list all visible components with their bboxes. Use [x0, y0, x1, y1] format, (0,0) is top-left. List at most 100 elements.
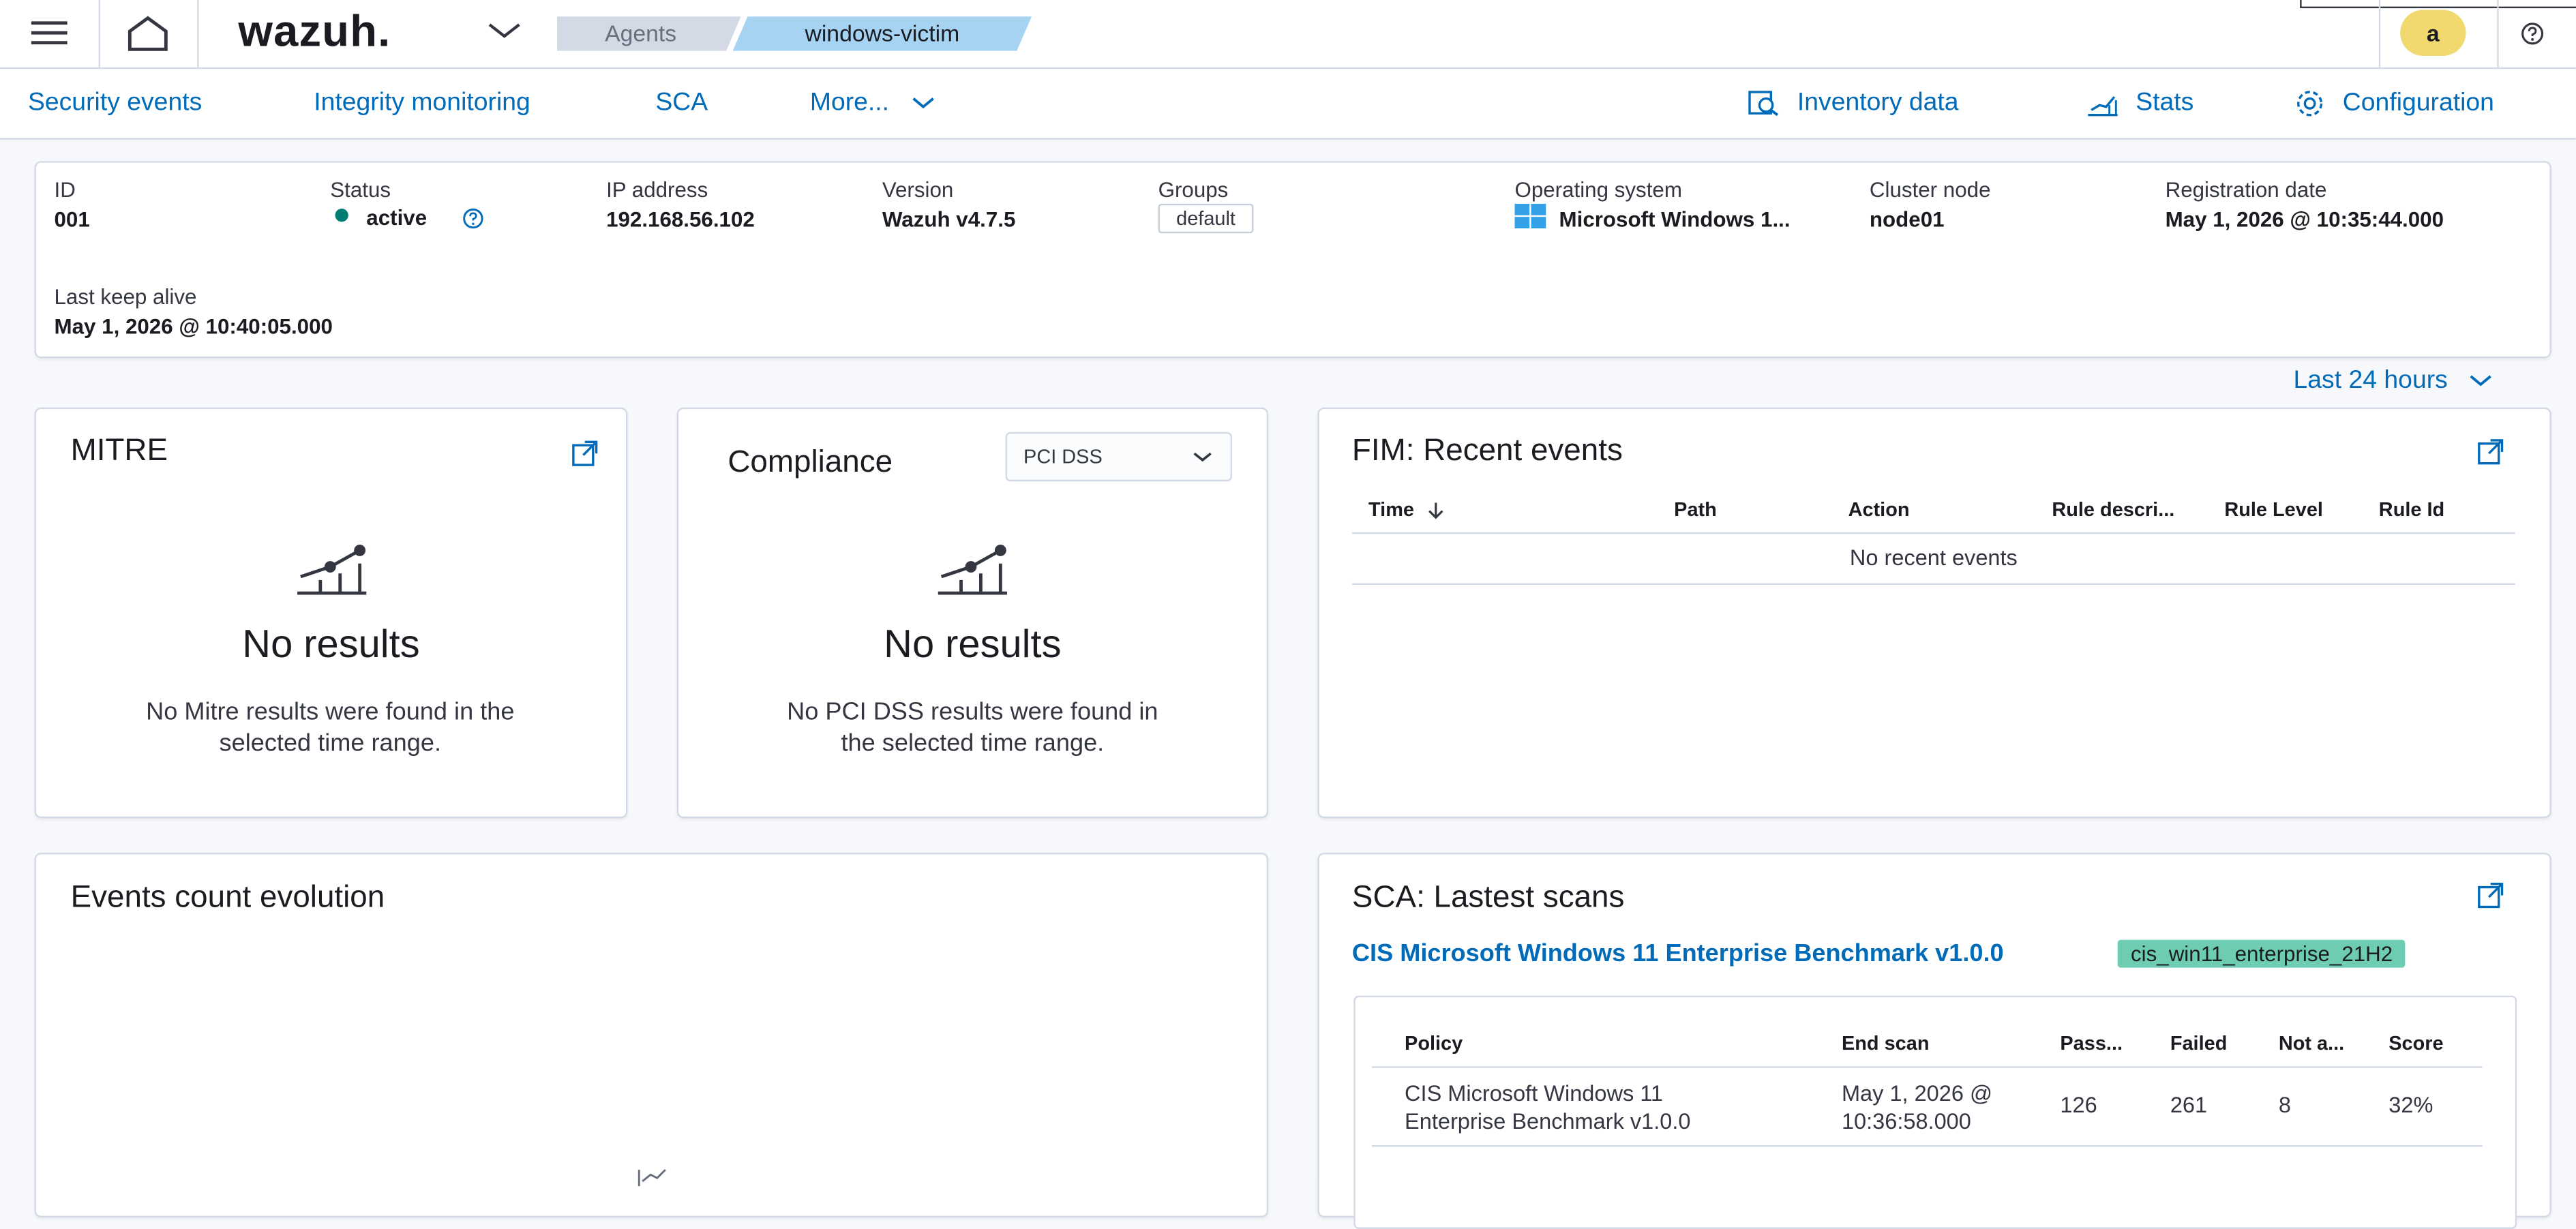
mitre-empty-desc: No Mitre results were found in the selec… — [146, 698, 515, 758]
inventory-data-label: Inventory data — [1797, 89, 1959, 117]
divider — [2497, 0, 2499, 67]
tab-more-label: More... — [809, 89, 890, 117]
fim-col-path[interactable]: Path — [1674, 498, 1717, 521]
chevron-down-icon — [1191, 450, 1214, 465]
sca-panel: SCA: Lastest scans CIS Microsoft Windows… — [1317, 852, 2551, 1229]
compliance-select-value: PCI DSS — [1023, 445, 1103, 468]
fim-col-time[interactable]: Time — [1368, 498, 1446, 521]
inventory-icon — [1748, 90, 1781, 117]
version-value: Wazuh v4.7.5 — [882, 207, 1016, 232]
id-label: ID — [54, 177, 76, 202]
chart-empty-icon — [935, 544, 1010, 596]
sca-table-header: Policy End scan Pass... Failed Not a... … — [1371, 1020, 2483, 1068]
compliance-panel: Compliance PCI DSS No results No PCI DSS… — [676, 407, 1269, 819]
fim-panel: FIM: Recent events Time Path Action Rule… — [1317, 407, 2551, 819]
compliance-title: Compliance — [728, 445, 893, 480]
sort-arrow-down-icon — [1426, 501, 1446, 521]
os-value: Microsoft Windows 1... — [1559, 207, 1791, 232]
sca-col-policy[interactable]: Policy — [1405, 1032, 1463, 1055]
version-label: Version — [882, 177, 954, 202]
help-icon[interactable] — [2520, 21, 2545, 46]
user-avatar[interactable]: a — [2400, 10, 2466, 56]
sca-row-end-scan: May 1, 2026 @10:36:58.000 — [1841, 1080, 1993, 1134]
fim-empty-row: No recent events — [1351, 534, 2515, 586]
chevron-down-icon — [2468, 373, 2495, 389]
breadcrumb-agent-name-label: windows-victim — [805, 19, 960, 46]
fim-title: FIM: Recent events — [1351, 434, 1623, 468]
agent-nav-bar: Security events Integrity monitoring SCA… — [0, 69, 2576, 140]
external-link-icon[interactable] — [571, 440, 598, 467]
tab-integrity-monitoring[interactable]: Integrity monitoring — [314, 89, 530, 118]
configuration-label: Configuration — [2342, 89, 2494, 117]
chevron-down-icon — [910, 95, 936, 111]
agent-info-panel: ID 001 Status active IP address 192.168.… — [34, 161, 2551, 359]
home-icon[interactable] — [125, 13, 170, 52]
divider — [197, 0, 199, 67]
divider — [98, 0, 100, 67]
sca-row-failed: 261 — [2170, 1092, 2208, 1118]
configuration-button[interactable]: Configuration — [2294, 89, 2494, 119]
sca-row-score: 32% — [2388, 1092, 2433, 1118]
fim-col-rule-id[interactable]: Rule Id — [2379, 498, 2444, 521]
sca-col-end-scan[interactable]: End scan — [1842, 1032, 1930, 1055]
tab-sca[interactable]: SCA — [655, 89, 708, 118]
mitre-empty-title: No results — [242, 622, 420, 667]
time-range-picker[interactable]: Last 24 hours — [2294, 366, 2495, 395]
os-label: Operating system — [1514, 177, 1682, 202]
registration-value: May 1, 2026 @ 10:35:44.000 — [2165, 207, 2444, 232]
time-range-label: Last 24 hours — [2293, 366, 2448, 395]
inventory-data-button[interactable]: Inventory data — [1748, 89, 1959, 118]
divider — [2378, 0, 2381, 67]
mitre-title: MITRE — [70, 434, 168, 468]
compliance-empty-desc: No PCI DSS results were found in the sel… — [787, 698, 1158, 758]
sca-row-policy: CIS Microsoft Windows 11 Enterprise Bench… — [1405, 1080, 1691, 1134]
sca-col-not-applicable[interactable]: Not a... — [2279, 1032, 2344, 1055]
breadcrumb-agents[interactable]: Agents — [556, 16, 741, 51]
tab-more[interactable]: More... — [810, 89, 936, 118]
external-link-icon[interactable] — [2477, 882, 2504, 909]
wazuh-logo[interactable]: wazuh. — [238, 7, 391, 58]
sca-row-pass: 126 — [2060, 1092, 2097, 1118]
help-icon[interactable] — [462, 207, 485, 230]
sca-policy-badge: cis_win11_enterprise_21H2 — [2117, 939, 2406, 968]
compliance-select[interactable]: PCI DSS — [1005, 431, 1233, 482]
stats-button[interactable]: Stats — [2086, 89, 2193, 118]
app-canvas: wazuh. Agents windows-victim a Security … — [0, 0, 2576, 1229]
top-header: wazuh. Agents windows-victim a — [0, 0, 2576, 70]
breadcrumb-agents-label: Agents — [605, 19, 677, 46]
breadcrumb-agent-name[interactable]: windows-victim — [732, 16, 1032, 51]
chart-loading-icon — [635, 1166, 668, 1187]
sca-col-score[interactable]: Score — [2388, 1032, 2443, 1055]
registration-label: Registration date — [2165, 177, 2327, 202]
table-row[interactable]: CIS Microsoft Windows 11 Enterprise Bench… — [1371, 1068, 2483, 1147]
gear-icon — [2294, 89, 2326, 118]
events-count-title: Events count evolution — [70, 880, 385, 915]
fim-table-header: Time Path Action Rule descri... Rule Lev… — [1351, 491, 2515, 534]
status-dot-icon — [335, 209, 348, 222]
popover-edge — [2300, 0, 2576, 9]
group-badge[interactable]: default — [1158, 203, 1254, 234]
fim-col-rule-desc[interactable]: Rule descri... — [2052, 498, 2174, 521]
sca-title: SCA: Lastest scans — [1351, 880, 1625, 915]
sca-benchmark-link[interactable]: CIS Microsoft Windows 11 Enterprise Benc… — [1352, 940, 2004, 968]
status-label: Status — [330, 177, 391, 202]
keepalive-value: May 1, 2026 @ 10:40:05.000 — [54, 314, 333, 339]
tab-security-events[interactable]: Security events — [28, 89, 202, 118]
sca-row-not-applicable: 8 — [2278, 1092, 2291, 1118]
fim-col-rule-level[interactable]: Rule Level — [2224, 498, 2323, 521]
chart-empty-icon — [294, 544, 370, 596]
chevron-down-icon[interactable] — [486, 21, 522, 41]
external-link-icon[interactable] — [2477, 439, 2504, 466]
sca-col-failed[interactable]: Failed — [2170, 1032, 2228, 1055]
agent-id: 001 — [54, 207, 90, 232]
stats-icon — [2086, 90, 2119, 117]
ip-label: IP address — [606, 177, 708, 202]
fim-col-action[interactable]: Action — [1848, 498, 1910, 521]
cluster-label: Cluster node — [1869, 177, 1991, 202]
windows-icon — [1514, 203, 1547, 230]
stats-label: Stats — [2136, 89, 2194, 117]
events-count-panel: Events count evolution — [34, 852, 1269, 1218]
sca-col-pass[interactable]: Pass... — [2060, 1032, 2123, 1055]
status-value: active — [366, 205, 428, 230]
menu-icon[interactable] — [31, 20, 68, 46]
